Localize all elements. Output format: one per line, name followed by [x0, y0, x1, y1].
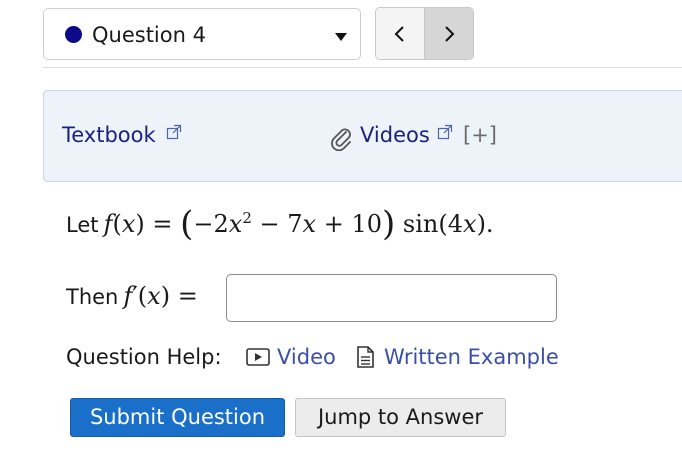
variable: x	[302, 210, 317, 238]
question-page: Question 4 Textbook Videos [+] Let f(x) …	[0, 0, 682, 464]
caret-down-icon	[335, 33, 347, 41]
left-paren: (	[180, 204, 194, 244]
variable: x	[228, 210, 243, 238]
question-nav	[375, 7, 474, 60]
answer-prompt: Then f′(x) =	[66, 278, 198, 317]
trig-coefficient: 4	[447, 210, 464, 238]
problem-statement: Let f(x) = (−2x2 − 7x + 10) sin(4x).	[66, 206, 494, 245]
right-paren: )	[382, 204, 396, 244]
derivative-expression: f′(x) =	[123, 282, 198, 310]
let-word: Let	[66, 213, 99, 237]
resources-panel: Textbook Videos [+]	[43, 90, 682, 182]
divider	[43, 67, 682, 68]
answer-input[interactable]	[226, 274, 557, 322]
external-link-icon	[437, 124, 453, 140]
question-status-dot	[65, 26, 82, 43]
exponent: 2	[242, 209, 252, 227]
question-select-label: Question 4	[92, 23, 206, 47]
constant: 10	[351, 210, 382, 238]
then-word: Then	[66, 285, 119, 309]
function-name: f	[103, 210, 113, 238]
variable: x	[147, 282, 161, 310]
chevron-left-icon	[394, 25, 404, 42]
function-definition: f(x) = (−2x2 − 7x + 10) sin(4x).	[103, 204, 494, 244]
next-question-button[interactable]	[424, 8, 473, 59]
jump-to-answer-button[interactable]: Jump to Answer	[295, 398, 506, 437]
submit-question-button[interactable]: Submit Question	[70, 398, 285, 437]
videos-link[interactable]: Videos	[360, 121, 430, 149]
video-play-icon	[246, 348, 270, 366]
trig-function: sin	[402, 210, 439, 238]
function-name: f	[123, 282, 133, 310]
textbook-link[interactable]: Textbook	[62, 121, 156, 149]
chevron-right-icon	[445, 25, 455, 42]
coefficient-b: 7	[287, 210, 303, 238]
external-link-icon	[166, 124, 182, 140]
variable: x	[463, 210, 477, 238]
question-select[interactable]: Question 4	[43, 8, 361, 60]
help-video-link[interactable]: Video	[277, 343, 336, 371]
document-icon	[357, 346, 374, 368]
coefficient-a: −2	[193, 210, 229, 238]
written-example-link[interactable]: Written Example	[384, 343, 559, 371]
question-help-label: Question Help:	[66, 345, 222, 369]
paperclip-icon	[331, 128, 351, 151]
previous-question-button[interactable]	[376, 8, 424, 59]
expand-resources-toggle[interactable]: [+]	[463, 121, 497, 149]
variable: x	[121, 210, 136, 238]
